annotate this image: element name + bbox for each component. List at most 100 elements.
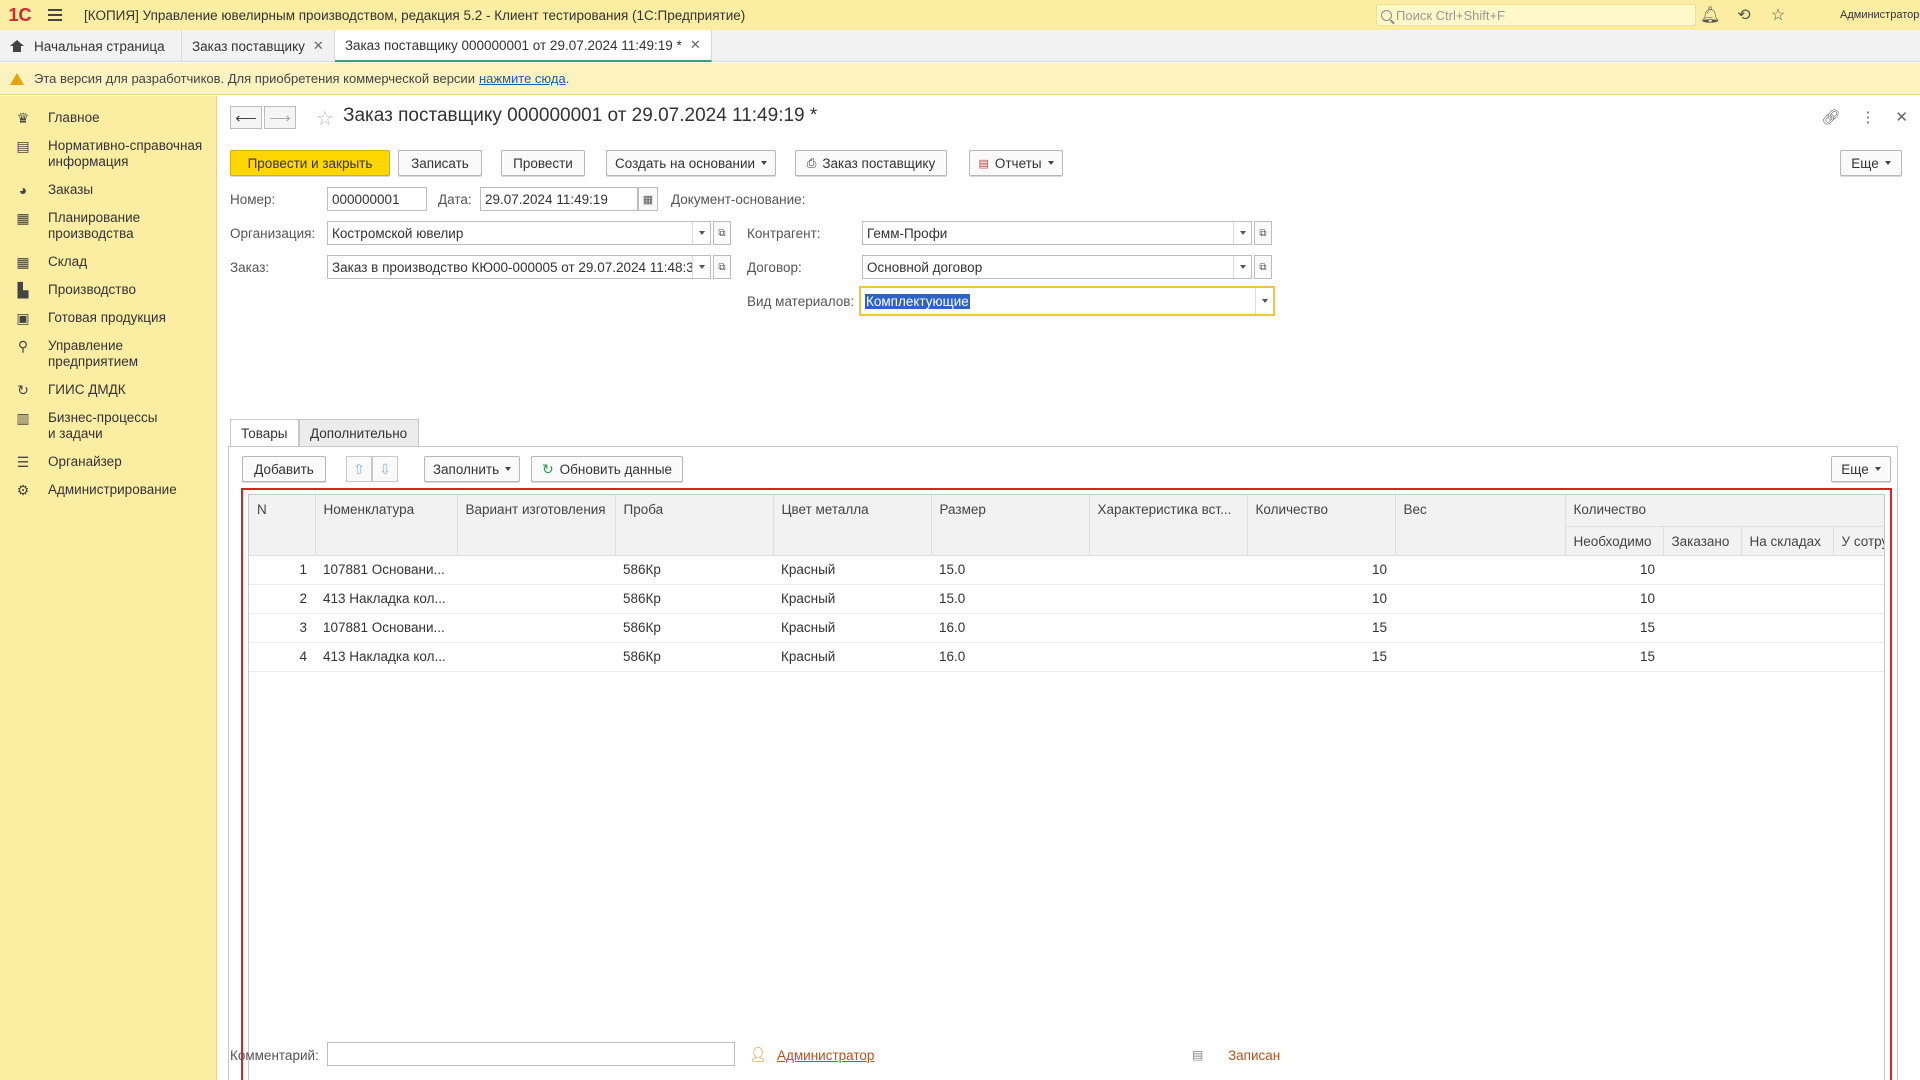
chevron-down-icon[interactable] xyxy=(1255,288,1273,314)
favorite-star-icon[interactable]: ☆ xyxy=(316,106,334,131)
cell-size[interactable]: 15.0 xyxy=(931,584,1089,614)
tab-supplier-order-list[interactable]: Заказ поставщику ✕ xyxy=(182,30,335,62)
goods-table[interactable]: N Номенклатура Вариант изготовления Проб… xyxy=(248,494,1885,1080)
refresh-data-button[interactable]: ↻ Обновить данные xyxy=(531,456,683,482)
more-button[interactable]: Еще xyxy=(1840,150,1902,176)
back-button[interactable]: ⟵ xyxy=(230,106,262,129)
cell-qty[interactable]: 15 xyxy=(1247,642,1395,672)
close-icon[interactable]: ✕ xyxy=(690,37,701,53)
cell-probe[interactable]: 586Кр xyxy=(615,584,773,614)
table-row[interactable]: 1 107881 Основани... 586Кр Красный 15.0 … xyxy=(249,555,1884,585)
cell-weight[interactable] xyxy=(1395,642,1565,672)
sidebar-item-bp[interactable]: ▥ Бизнес-процессы и задачи xyxy=(0,404,216,448)
sidebar-item-reference[interactable]: ▤ Нормативно-справочная информация xyxy=(0,132,216,176)
author-link[interactable]: Администратор xyxy=(777,1048,874,1063)
date-field[interactable]: 29.07.2024 11:49:19 xyxy=(480,187,638,211)
bell-icon[interactable]: 🔔︎ xyxy=(1700,5,1720,25)
sidebar-item-admin[interactable]: ⚙ Администрирование xyxy=(0,476,216,504)
move-down-button[interactable]: ⇩ xyxy=(372,456,398,482)
sidebar-item-warehouse[interactable]: ▦ Склад xyxy=(0,248,216,276)
col-header-n[interactable]: N xyxy=(249,495,316,556)
cell-nomenclature[interactable]: 413 Накладка кол... xyxy=(315,642,457,672)
search-input[interactable]: Поиск Ctrl+Shift+F xyxy=(1376,4,1696,26)
sidebar-item-planning[interactable]: ▦ Планирование производства xyxy=(0,204,216,248)
col-header-at-employee[interactable]: У сотрудников xyxy=(1833,526,1884,556)
fill-button[interactable]: Заполнить xyxy=(424,456,520,482)
cell-weight[interactable] xyxy=(1395,613,1565,643)
tab-supplier-order-document[interactable]: Заказ поставщику 000000001 от 29.07.2024… xyxy=(334,30,712,62)
cell-insert[interactable] xyxy=(1089,642,1247,672)
col-header-needed[interactable]: Необходимо xyxy=(1565,526,1664,556)
col-header-insert-char[interactable]: Характеристика вст... xyxy=(1089,495,1248,556)
history-icon[interactable]: ⟲ xyxy=(1734,5,1754,25)
col-header-nomenclature[interactable]: Номенклатура xyxy=(315,495,458,556)
purchase-link[interactable]: нажмите сюда xyxy=(479,71,566,86)
post-and-close-button[interactable]: Провести и закрыть xyxy=(230,150,390,176)
post-button[interactable]: Провести xyxy=(501,150,585,176)
cell-size[interactable]: 15.0 xyxy=(931,555,1089,585)
col-header-weight[interactable]: Вес xyxy=(1395,495,1566,556)
cell-color[interactable]: Красный xyxy=(773,555,931,585)
cell-color[interactable]: Красный xyxy=(773,584,931,614)
move-up-button[interactable]: ⇧ xyxy=(346,456,372,482)
organization-field[interactable]: Костромской ювелир xyxy=(327,221,711,245)
open-contract-icon[interactable]: ⧉ xyxy=(1254,255,1272,279)
sidebar-item-finished-goods[interactable]: ▣ Готовая продукция xyxy=(0,304,216,332)
col-header-probe[interactable]: Проба xyxy=(615,495,774,556)
chevron-down-icon[interactable] xyxy=(1233,222,1251,244)
cell-nomenclature[interactable]: 413 Накладка кол... xyxy=(315,584,457,614)
cell-size[interactable]: 16.0 xyxy=(931,613,1089,643)
table-row[interactable]: 4 413 Накладка кол... 586Кр Красный 16.0… xyxy=(249,642,1884,672)
col-header-size[interactable]: Размер xyxy=(931,495,1090,556)
order-field[interactable]: Заказ в производство КЮ00-000005 от 29.0… xyxy=(327,255,711,279)
cell-variant[interactable] xyxy=(457,613,615,643)
star-icon[interactable]: ☆ xyxy=(1768,5,1788,25)
cell-qty[interactable]: 10 xyxy=(1247,555,1395,585)
table-more-button[interactable]: Еще xyxy=(1831,456,1891,482)
col-header-in-stock[interactable]: На складах xyxy=(1741,526,1834,556)
comment-field[interactable] xyxy=(327,1042,735,1066)
col-header-metal-color[interactable]: Цвет металла xyxy=(773,495,932,556)
more-vertical-icon[interactable]: ⋮ xyxy=(1860,108,1875,126)
cell-weight[interactable] xyxy=(1395,584,1565,614)
close-icon[interactable]: ✕ xyxy=(1895,108,1908,126)
sidebar-item-production[interactable]: ▙ Производство xyxy=(0,276,216,304)
open-contractor-icon[interactable]: ⧉ xyxy=(1254,221,1272,245)
tab-goods[interactable]: Товары xyxy=(230,419,299,447)
main-menu-icon[interactable] xyxy=(40,0,70,30)
reports-button[interactable]: ▤ Отчеты xyxy=(969,150,1063,176)
cell-probe[interactable]: 586Кр xyxy=(615,613,773,643)
link-icon[interactable]: 🔗︎ xyxy=(1821,108,1840,126)
cell-variant[interactable] xyxy=(457,584,615,614)
print-supplier-order-button[interactable]: ⎙ Заказ поставщику xyxy=(795,150,947,176)
contractor-field[interactable]: Гемм-Профи xyxy=(862,221,1252,245)
number-field[interactable]: 000000001 xyxy=(327,187,427,211)
sidebar-item-management[interactable]: ⚲ Управление предприятием xyxy=(0,332,216,376)
chevron-down-icon[interactable] xyxy=(692,256,710,278)
open-organization-icon[interactable]: ⧉ xyxy=(713,221,731,245)
cell-nomenclature[interactable]: 107881 Основани... xyxy=(315,613,457,643)
col-header-quantity[interactable]: Количество xyxy=(1247,495,1396,556)
table-row[interactable]: 3 107881 Основани... 586Кр Красный 16.0 … xyxy=(249,613,1884,643)
cell-size[interactable]: 16.0 xyxy=(931,642,1089,672)
tab-additional[interactable]: Дополнительно xyxy=(299,419,419,446)
tab-home[interactable]: Начальная страница xyxy=(0,30,182,62)
calendar-icon[interactable]: ▦ xyxy=(638,187,658,211)
cell-weight[interactable] xyxy=(1395,555,1565,585)
table-row[interactable]: 2 413 Накладка кол... 586Кр Красный 15.0… xyxy=(249,584,1884,614)
cell-variant[interactable] xyxy=(457,642,615,672)
cell-probe[interactable]: 586Кр xyxy=(615,642,773,672)
chevron-down-icon[interactable] xyxy=(1233,256,1251,278)
cell-qty[interactable]: 10 xyxy=(1247,584,1395,614)
user-name[interactable]: Администратор xyxy=(1840,0,1919,30)
write-button[interactable]: Записать xyxy=(398,150,482,176)
cell-insert[interactable] xyxy=(1089,584,1247,614)
col-header-variant[interactable]: Вариант изготовления xyxy=(457,495,616,556)
cell-insert[interactable] xyxy=(1089,613,1247,643)
cell-variant[interactable] xyxy=(457,555,615,585)
cell-insert[interactable] xyxy=(1089,555,1247,585)
sidebar-item-giis[interactable]: ↻ ГИИС ДМДК xyxy=(0,376,216,404)
open-order-icon[interactable]: ⧉ xyxy=(713,255,731,279)
sidebar-item-organizer[interactable]: ☰ Органайзер xyxy=(0,448,216,476)
create-based-on-button[interactable]: Создать на основании xyxy=(606,150,776,176)
